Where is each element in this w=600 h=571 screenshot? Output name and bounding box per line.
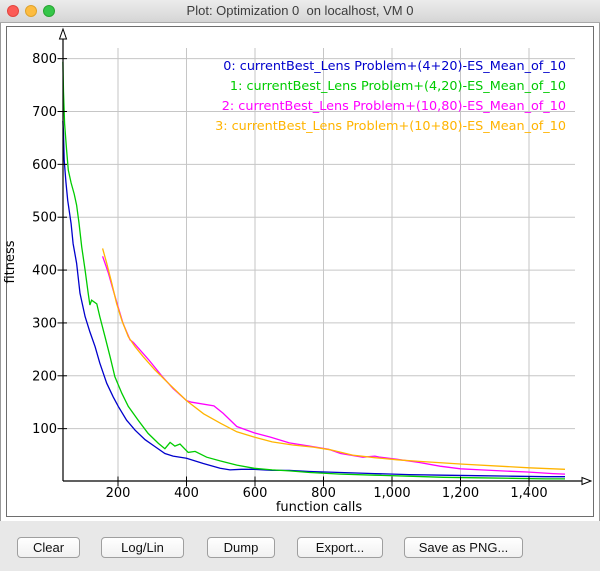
plot-window: Plot: Optimization 0 on localhost, VM 0 …: [0, 0, 600, 571]
title-bar: Plot: Optimization 0 on localhost, VM 0: [0, 0, 600, 23]
save-as-png-button[interactable]: Save as PNG...: [404, 537, 523, 558]
window-title: Plot: Optimization 0 on localhost, VM 0: [0, 0, 600, 22]
plot-panel: [6, 26, 594, 517]
export-button[interactable]: Export...: [297, 537, 383, 558]
button-bar: Clear Log/Lin Dump Export... Save as PNG…: [0, 521, 600, 571]
clear-button[interactable]: Clear: [17, 537, 80, 558]
log-lin-button[interactable]: Log/Lin: [101, 537, 184, 558]
dump-button[interactable]: Dump: [207, 537, 275, 558]
